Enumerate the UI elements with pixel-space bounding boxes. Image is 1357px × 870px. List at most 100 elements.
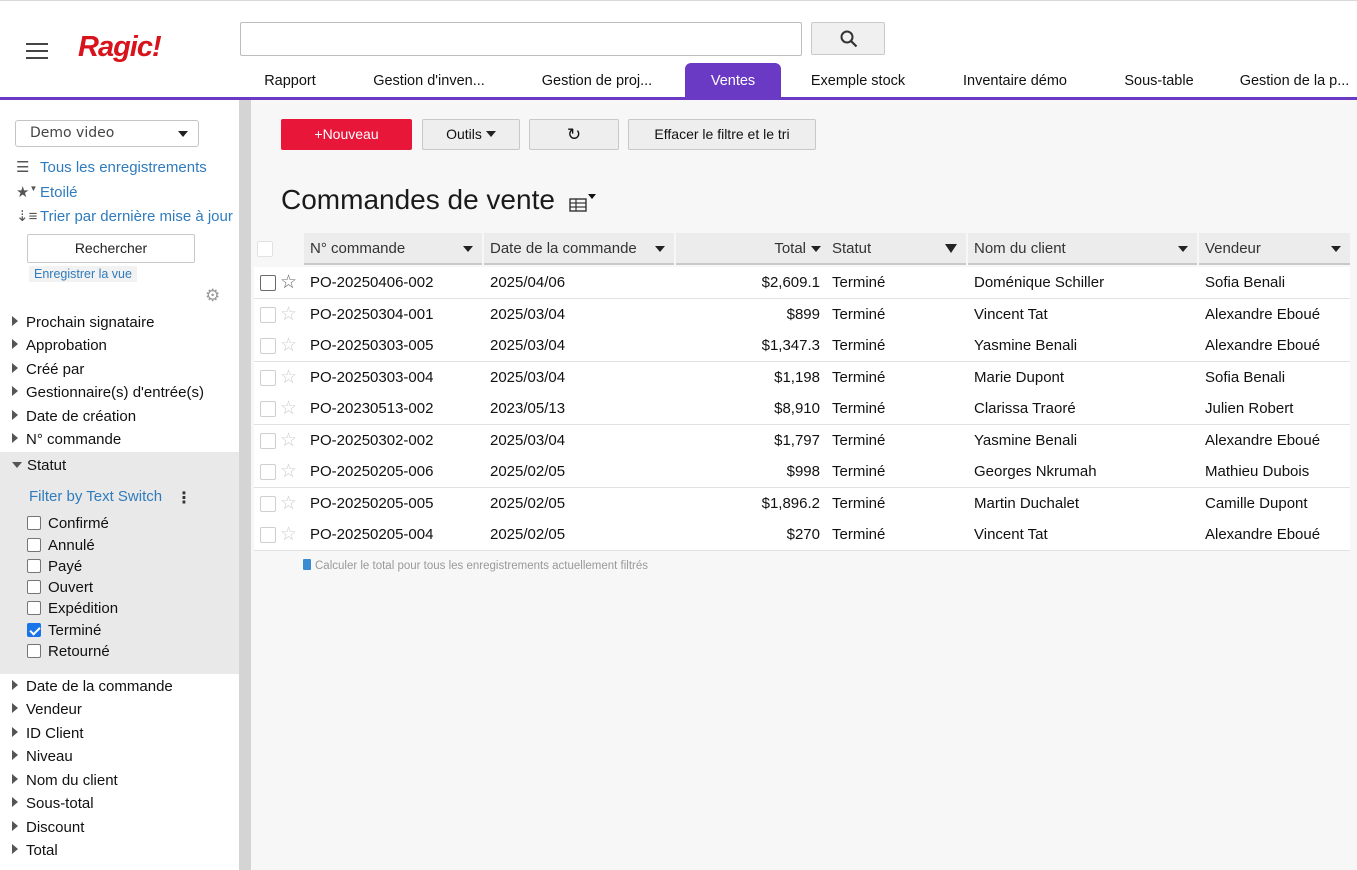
cell-n-commande[interactable]: PO-20250205-006 — [304, 456, 482, 487]
rechercher-button[interactable]: Rechercher — [27, 234, 195, 263]
gear-icon[interactable]: ⚙ — [205, 286, 220, 306]
table-view-icon[interactable] — [569, 194, 597, 216]
hamburger-menu-icon[interactable] — [26, 43, 48, 59]
column-header-nom-client[interactable]: Nom du client — [968, 233, 1197, 265]
column-header-n-commande[interactable]: N° commande — [304, 233, 482, 265]
cell-n-commande[interactable]: PO-20250303-005 — [304, 330, 482, 361]
star-icon[interactable]: ☆ — [280, 492, 297, 514]
checkbox[interactable] — [27, 516, 41, 530]
filter-field-approbation[interactable]: Approbation — [12, 337, 107, 359]
row-checkbox[interactable] — [260, 275, 276, 291]
table-row[interactable]: ☆ PO-20230513-002 2023/05/13 $8,910 Terminé C… — [254, 393, 1350, 425]
refresh-button[interactable]: ↻ — [529, 119, 619, 150]
checkbox-checked[interactable] — [27, 623, 41, 637]
statut-option-retourne[interactable]: Retourné — [27, 643, 110, 663]
row-checkbox[interactable] — [260, 338, 276, 354]
filter-field-nom-client[interactable]: Nom du client — [12, 772, 118, 794]
column-header-statut[interactable]: Statut — [826, 233, 966, 265]
filter-field-date-commande[interactable]: Date de la commande — [12, 678, 173, 700]
sidebar-scrollbar[interactable] — [239, 100, 251, 870]
tab-rapport[interactable]: Rapport — [245, 63, 335, 99]
more-options-icon[interactable]: ⋮ — [176, 488, 192, 507]
tab-ventes[interactable]: Ventes — [685, 63, 781, 99]
checkbox[interactable] — [27, 644, 41, 658]
row-checkbox[interactable] — [260, 369, 276, 386]
statut-option-expedition[interactable]: Expédition — [27, 600, 118, 620]
save-view-link[interactable]: Enregistrer la vue — [29, 266, 137, 282]
star-icon[interactable]: ☆ — [280, 366, 297, 388]
checkbox[interactable] — [27, 559, 41, 573]
star-icon[interactable]: ☆ — [280, 334, 297, 356]
filter-field-date-creation[interactable]: Date de création — [12, 408, 136, 430]
table-row[interactable]: ☆ PO-20250406-002 2025/04/06 $2,609.1 Termin… — [254, 267, 1350, 299]
tab-inventaire-demo[interactable]: Inventaire démo — [944, 63, 1086, 99]
row-checkbox[interactable] — [260, 495, 276, 512]
filter-field-gestionnaires[interactable]: Gestionnaire(s) d'entrée(s) — [12, 384, 204, 406]
star-icon[interactable]: ☆ — [280, 429, 297, 451]
chevron-down-icon[interactable] — [1331, 246, 1341, 252]
filter-field-vendeur[interactable]: Vendeur — [12, 701, 82, 723]
statut-option-paye[interactable]: Payé — [27, 558, 82, 578]
column-header-vendeur[interactable]: Vendeur — [1199, 233, 1350, 265]
table-row[interactable]: ☆ PO-20250303-004 2025/03/04 $1,198 Terminé M… — [254, 361, 1350, 394]
column-header-date-commande[interactable]: Date de la commande — [484, 233, 674, 265]
statut-option-confirme[interactable]: Confirmé — [27, 515, 109, 535]
search-button[interactable] — [811, 22, 885, 55]
table-row[interactable]: ☆ PO-20250303-005 2025/03/04 $1,347.3 Termin… — [254, 330, 1350, 362]
table-row[interactable]: ☆ PO-20250205-006 2025/02/05 $998 Terminé Geo… — [254, 456, 1350, 488]
table-row[interactable]: ☆ PO-20250302-002 2025/03/04 $1,797 Terminé Y… — [254, 424, 1350, 457]
sidebar-link-all-records[interactable]: ☰ Tous les enregistrements — [16, 158, 207, 180]
table-row[interactable]: ☆ PO-20250205-004 2025/02/05 $270 Terminé Vin… — [254, 519, 1350, 551]
checkbox[interactable] — [27, 580, 41, 594]
star-icon[interactable]: ☆ — [280, 460, 297, 482]
filter-field-discount[interactable]: Discount — [12, 819, 84, 841]
cell-n-commande[interactable]: PO-20250304-001 — [304, 299, 482, 330]
row-checkbox[interactable] — [260, 432, 276, 449]
cell-n-commande[interactable]: PO-20250205-004 — [304, 519, 482, 550]
filter-field-total[interactable]: Total — [12, 842, 58, 864]
clear-filter-sort-button[interactable]: Effacer le filtre et le tri — [628, 119, 816, 150]
tab-exemple-stock[interactable]: Exemple stock — [796, 63, 920, 99]
row-checkbox[interactable] — [260, 464, 276, 480]
tab-sous-table[interactable]: Sous-table — [1108, 63, 1210, 99]
statut-option-annule[interactable]: Annulé — [27, 537, 95, 557]
statut-option-termine[interactable]: Terminé — [27, 622, 101, 642]
row-checkbox[interactable] — [260, 527, 276, 543]
table-row[interactable]: ☆ PO-20250304-001 2025/03/04 $899 Terminé Vin… — [254, 298, 1350, 331]
cell-n-commande[interactable]: PO-20250302-002 — [304, 425, 482, 456]
select-all-checkbox[interactable] — [257, 241, 273, 257]
sidebar-link-sort-last-update[interactable]: ⇣≡ Trier par dernière mise à jour — [16, 207, 233, 229]
filter-field-sous-total[interactable]: Sous-total — [12, 795, 94, 817]
filter-field-n-commande[interactable]: N° commande — [12, 431, 121, 453]
filter-field-id-client[interactable]: ID Client — [12, 725, 84, 747]
app-logo[interactable]: Ragic! — [78, 31, 162, 64]
new-record-button[interactable]: +Nouveau — [281, 119, 412, 150]
chevron-down-icon[interactable] — [811, 246, 821, 252]
statut-option-ouvert[interactable]: Ouvert — [27, 579, 93, 599]
star-icon[interactable]: ☆ — [280, 523, 297, 545]
chevron-down-icon[interactable] — [463, 246, 473, 252]
global-search-input[interactable] — [240, 22, 802, 56]
filter-field-niveau[interactable]: Niveau — [12, 748, 73, 770]
row-checkbox[interactable] — [260, 306, 276, 323]
filter-field-prochain-signataire[interactable]: Prochain signataire — [12, 314, 154, 336]
tab-gestion-de-la-p[interactable]: Gestion de la p... — [1232, 63, 1357, 99]
star-icon[interactable]: ☆ — [280, 303, 297, 325]
tools-button[interactable]: Outils — [422, 119, 520, 150]
cell-n-commande[interactable]: PO-20250205-005 — [304, 488, 482, 519]
tab-gestion-inventaire[interactable]: Gestion d'inven... — [355, 63, 503, 99]
filter-field-statut[interactable]: Statut — [12, 457, 66, 474]
checkbox[interactable] — [27, 538, 41, 552]
chevron-down-icon[interactable] — [655, 246, 665, 252]
cell-n-commande[interactable]: PO-20250303-004 — [304, 362, 482, 393]
checkbox[interactable] — [27, 601, 41, 615]
filter-field-cree-par[interactable]: Créé par — [12, 361, 84, 383]
filter-by-text-switch-link[interactable]: Filter by Text Switch — [29, 488, 162, 505]
cell-n-commande[interactable]: PO-20230513-002 — [304, 393, 482, 424]
sidebar-link-starred[interactable]: ★▼ Etoilé — [16, 183, 78, 205]
header-select-all[interactable] — [254, 233, 302, 265]
table-row[interactable]: ☆ PO-20250205-005 2025/02/05 $1,896.2 Termin… — [254, 487, 1350, 520]
row-checkbox[interactable] — [260, 401, 276, 417]
column-header-total[interactable]: Total — [676, 233, 826, 265]
chevron-down-icon[interactable] — [1178, 246, 1188, 252]
